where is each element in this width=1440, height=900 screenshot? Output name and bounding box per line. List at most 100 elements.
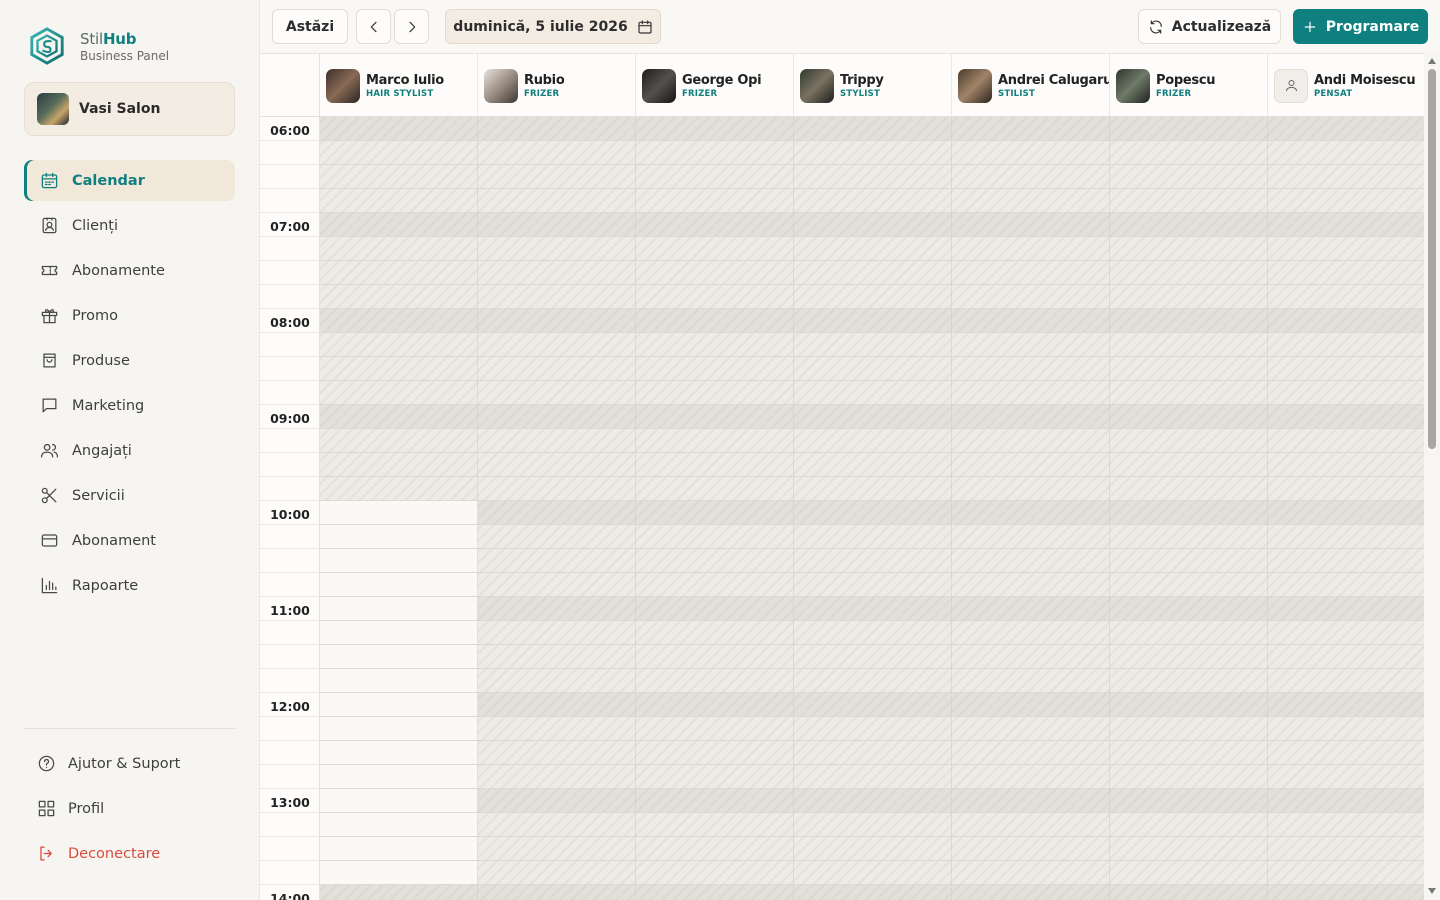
time-slot-divider	[260, 836, 320, 837]
salon-switcher[interactable]: Vasi Salon	[24, 82, 235, 136]
slot-grid[interactable]	[320, 117, 1424, 900]
staff-avatar	[1274, 68, 1308, 103]
time-slot-divider	[260, 500, 320, 501]
nav-item-servicii[interactable]: Servicii	[24, 475, 235, 516]
nav-label: Deconectare	[68, 845, 161, 862]
staff-role: PENSAT	[1314, 88, 1353, 99]
slot-divider	[320, 476, 1424, 477]
add-appointment-button[interactable]: Programare	[1293, 9, 1428, 44]
staff-column-header[interactable]: George Opi FRIZER	[636, 54, 794, 117]
nav-item-marketing[interactable]: Marketing	[24, 385, 235, 426]
slot-divider	[320, 524, 1424, 525]
scroll-down-arrow-icon[interactable]	[1428, 888, 1436, 894]
slot-divider	[320, 428, 1424, 429]
nav-label: Produse	[72, 352, 130, 369]
brand-name: StilHub	[80, 29, 137, 48]
staff-name: Trippy	[840, 72, 884, 88]
time-slot-divider	[260, 884, 320, 885]
nav-item-rapoarte[interactable]: Rapoarte	[24, 565, 235, 606]
staff-name: Andrei Calugaru	[998, 72, 1109, 88]
staff-avatar	[642, 68, 676, 103]
nav-item-abonamente[interactable]: Abonamente	[24, 250, 235, 291]
next-day-button[interactable]	[394, 9, 429, 44]
slot-divider	[320, 812, 1424, 813]
staff-column-header[interactable]: Popescu FRIZER	[1110, 54, 1268, 117]
nav-label: Rapoarte	[72, 577, 139, 594]
scroll-up-arrow-icon[interactable]	[1428, 58, 1436, 64]
salon-name: Vasi Salon	[79, 101, 161, 117]
time-grid: 06:00 07:00 08:00 09:00 10:00 11:00 12:0…	[260, 117, 1424, 900]
shopping-bag-icon	[43, 353, 56, 368]
nav-item-logout[interactable]: Deconectare	[24, 833, 235, 874]
hour-label: 12:00	[270, 699, 310, 714]
slot-divider	[320, 548, 1424, 549]
time-slot-divider	[260, 548, 320, 549]
refresh-button[interactable]: Actualizează	[1138, 9, 1281, 44]
salon-avatar	[37, 93, 69, 125]
staff-role: FRIZER	[1156, 88, 1192, 99]
nav-item-angajati[interactable]: Angajați	[24, 430, 235, 471]
nav-item-clienti[interactable]: Clienți	[24, 205, 235, 246]
time-slot-divider	[260, 668, 320, 669]
slot-divider	[320, 668, 1424, 669]
chevron-left-icon	[370, 21, 377, 32]
hour-label: 07:00	[270, 219, 310, 234]
nav-label: Clienți	[72, 217, 119, 234]
staff-column-header[interactable]: Andi Moisescu PENSAT	[1268, 54, 1424, 117]
staff-column-header[interactable]: Andrei Calugaru STILIST	[952, 54, 1110, 117]
time-slot-divider	[260, 716, 320, 717]
time-column-header	[260, 54, 320, 117]
nav-item-produse[interactable]: Produse	[24, 340, 235, 381]
date-picker-button[interactable]: duminică, 5 iulie 2026	[445, 9, 661, 44]
staff-avatar	[958, 68, 992, 103]
hour-label: 10:00	[270, 507, 310, 522]
staff-avatar	[800, 68, 834, 103]
plus-icon	[1304, 21, 1315, 32]
staff-name: Marco Iulio	[366, 72, 444, 88]
previous-day-button[interactable]	[356, 9, 391, 44]
nav-label: Abonament	[72, 532, 156, 549]
time-slot-divider	[260, 356, 320, 357]
time-slot-divider	[260, 740, 320, 741]
staff-role: FRIZER	[682, 88, 718, 99]
nav-item-promo[interactable]: Promo	[24, 295, 235, 336]
time-slot-divider	[260, 404, 320, 405]
hour-label: 13:00	[270, 795, 310, 810]
nav-item-profil[interactable]: Profil	[24, 788, 235, 829]
add-appointment-label: Programare	[1325, 18, 1420, 35]
time-slot-divider	[260, 572, 320, 573]
staff-column-header[interactable]: Trippy STYLIST	[794, 54, 952, 117]
staff-avatar	[1116, 68, 1150, 103]
time-slot-divider	[260, 476, 320, 477]
users-icon	[40, 443, 59, 458]
hour-row-band	[320, 405, 1424, 429]
refresh-label: Actualizează	[1171, 18, 1272, 35]
time-slot-divider	[260, 764, 320, 765]
time-slot-divider	[260, 212, 320, 213]
calendar-scrollbar[interactable]	[1424, 53, 1440, 900]
staff-column-divider	[793, 117, 794, 900]
staff-column-header[interactable]: Marco Iulio HAIR STYLIST	[320, 54, 478, 117]
available-slot-block[interactable]	[320, 501, 478, 885]
day-calendar: Marco Iulio HAIR STYLIST Rubio FRIZER Geor…	[260, 53, 1424, 900]
brand[interactable]: StilHub Business Panel	[28, 27, 169, 65]
nav-item-help[interactable]: Ajutor & Suport	[24, 743, 235, 784]
nav-label: Ajutor & Suport	[68, 755, 181, 772]
hour-label: 09:00	[270, 411, 310, 426]
time-slot-divider	[260, 332, 320, 333]
staff-column-divider	[1267, 117, 1268, 900]
scrollbar-thumb[interactable]	[1428, 69, 1436, 449]
nav-item-calendar[interactable]: Calendar	[24, 160, 235, 201]
staff-role: STILIST	[998, 88, 1035, 99]
sidebar-divider	[24, 728, 235, 729]
staff-column-header[interactable]: Rubio FRIZER	[478, 54, 636, 117]
today-button[interactable]: Astăzi	[272, 9, 348, 44]
slot-divider	[320, 284, 1424, 285]
slot-divider	[320, 572, 1424, 573]
staff-name: George Opi	[682, 72, 762, 88]
staff-role: HAIR STYLIST	[366, 88, 434, 99]
hour-row-band	[320, 213, 1424, 237]
slot-divider	[320, 764, 1424, 765]
nav-item-abonament[interactable]: Abonament	[24, 520, 235, 561]
calendar-toolbar: Astăzi duminică, 5 iulie 2026 Actualizea…	[260, 0, 1440, 53]
